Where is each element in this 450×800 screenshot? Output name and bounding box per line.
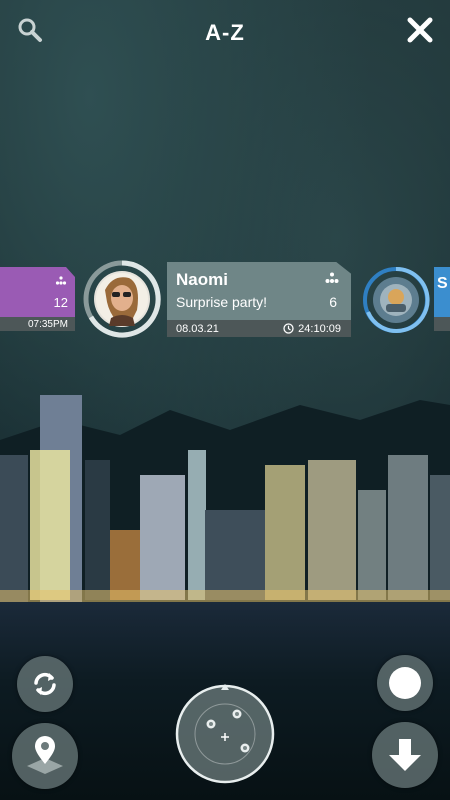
city-skyline [0,395,450,612]
people-icon [325,272,339,283]
story-card-right[interactable]: S [434,267,450,317]
close-button[interactable] [406,16,434,44]
story-card-naomi[interactable]: Naomi Surprise party! 6 [167,262,351,320]
arrow-down-icon [389,739,421,771]
avatar-naomi[interactable] [83,260,161,338]
avatar-right[interactable] [362,266,430,334]
story-user-name: Naomi [176,270,228,289]
clock-icon [283,323,294,334]
story-duration-group: 24:10:09 [283,323,341,335]
story-meta-strip-right [434,317,450,331]
people-icon [55,276,67,285]
story-count: 12 [53,295,68,310]
record-button[interactable] [377,655,433,711]
story-time: 07:35PM [27,318,68,330]
story-date: 08.03.21 [176,322,219,335]
story-initial: S [437,275,448,292]
download-button[interactable] [372,722,438,788]
location-button[interactable] [12,723,78,789]
page-title: A-Z [205,20,245,45]
story-message: Surprise party! [176,294,268,310]
record-icon [389,667,421,699]
location-pin-icon [27,736,63,774]
story-time-strip: 07:35PM [0,317,75,331]
joystick-control[interactable] [173,682,277,786]
story-count: 6 [329,294,337,310]
refresh-button[interactable] [17,656,73,712]
story-card-left[interactable]: 12 [0,267,75,317]
story-meta-strip: 08.03.21 24:10:09 [167,320,351,337]
close-icon [407,17,433,43]
refresh-icon [34,672,56,696]
story-duration: 24:10:09 [298,322,341,335]
